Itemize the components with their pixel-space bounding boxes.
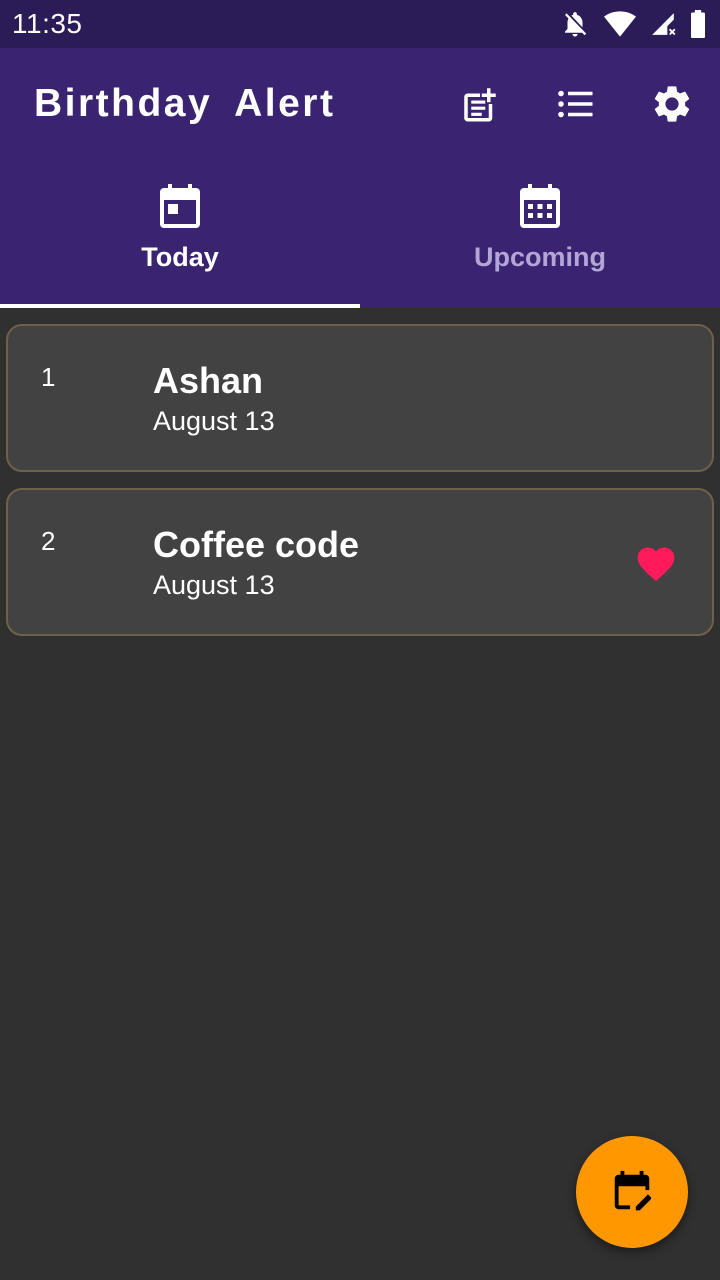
status-bar: 11:35 xyxy=(0,0,720,48)
tab-bar: Today Upcoming xyxy=(0,160,720,308)
app-title: Birthday Alert xyxy=(34,82,336,125)
toolbar: Birthday Alert xyxy=(0,48,720,160)
calendar-today-icon xyxy=(160,184,200,228)
list-button[interactable] xyxy=(551,80,599,128)
list-item[interactable]: 2 Coffee code August 13 xyxy=(6,488,714,636)
add-note-button[interactable] xyxy=(456,80,504,128)
list-icon xyxy=(558,90,593,118)
cell-signal-icon xyxy=(650,11,676,37)
item-index: 1 xyxy=(41,362,56,392)
edit-calendar-icon xyxy=(614,1170,652,1211)
heart-icon[interactable] xyxy=(634,542,678,586)
item-date: August 13 xyxy=(153,570,275,600)
tab-upcoming[interactable]: Upcoming xyxy=(360,160,720,308)
add-note-icon xyxy=(464,88,496,122)
tab-today-label: Today xyxy=(141,242,219,272)
edit-calendar-button[interactable] xyxy=(576,1136,688,1248)
calendar-month-icon xyxy=(520,184,560,228)
wifi-icon xyxy=(604,10,636,38)
item-name: Coffee code xyxy=(153,524,360,565)
status-icons xyxy=(560,9,706,39)
notifications-off-icon xyxy=(560,9,590,39)
birthday-list: 1 Ashan August 13 2 Coffee code August 1… xyxy=(6,324,714,652)
item-date: August 13 xyxy=(153,406,275,436)
app-bar: Birthday Alert Today Upcoming xyxy=(0,48,720,308)
item-name: Ashan xyxy=(153,360,264,401)
settings-button[interactable] xyxy=(648,80,696,128)
list-item[interactable]: 1 Ashan August 13 xyxy=(6,324,714,472)
settings-icon xyxy=(654,86,690,122)
tab-upcoming-label: Upcoming xyxy=(474,242,606,272)
battery-icon xyxy=(690,10,706,38)
tab-today[interactable]: Today xyxy=(0,160,360,308)
status-time: 11:35 xyxy=(12,8,83,39)
item-index: 2 xyxy=(41,526,56,556)
tab-indicator xyxy=(0,304,360,308)
